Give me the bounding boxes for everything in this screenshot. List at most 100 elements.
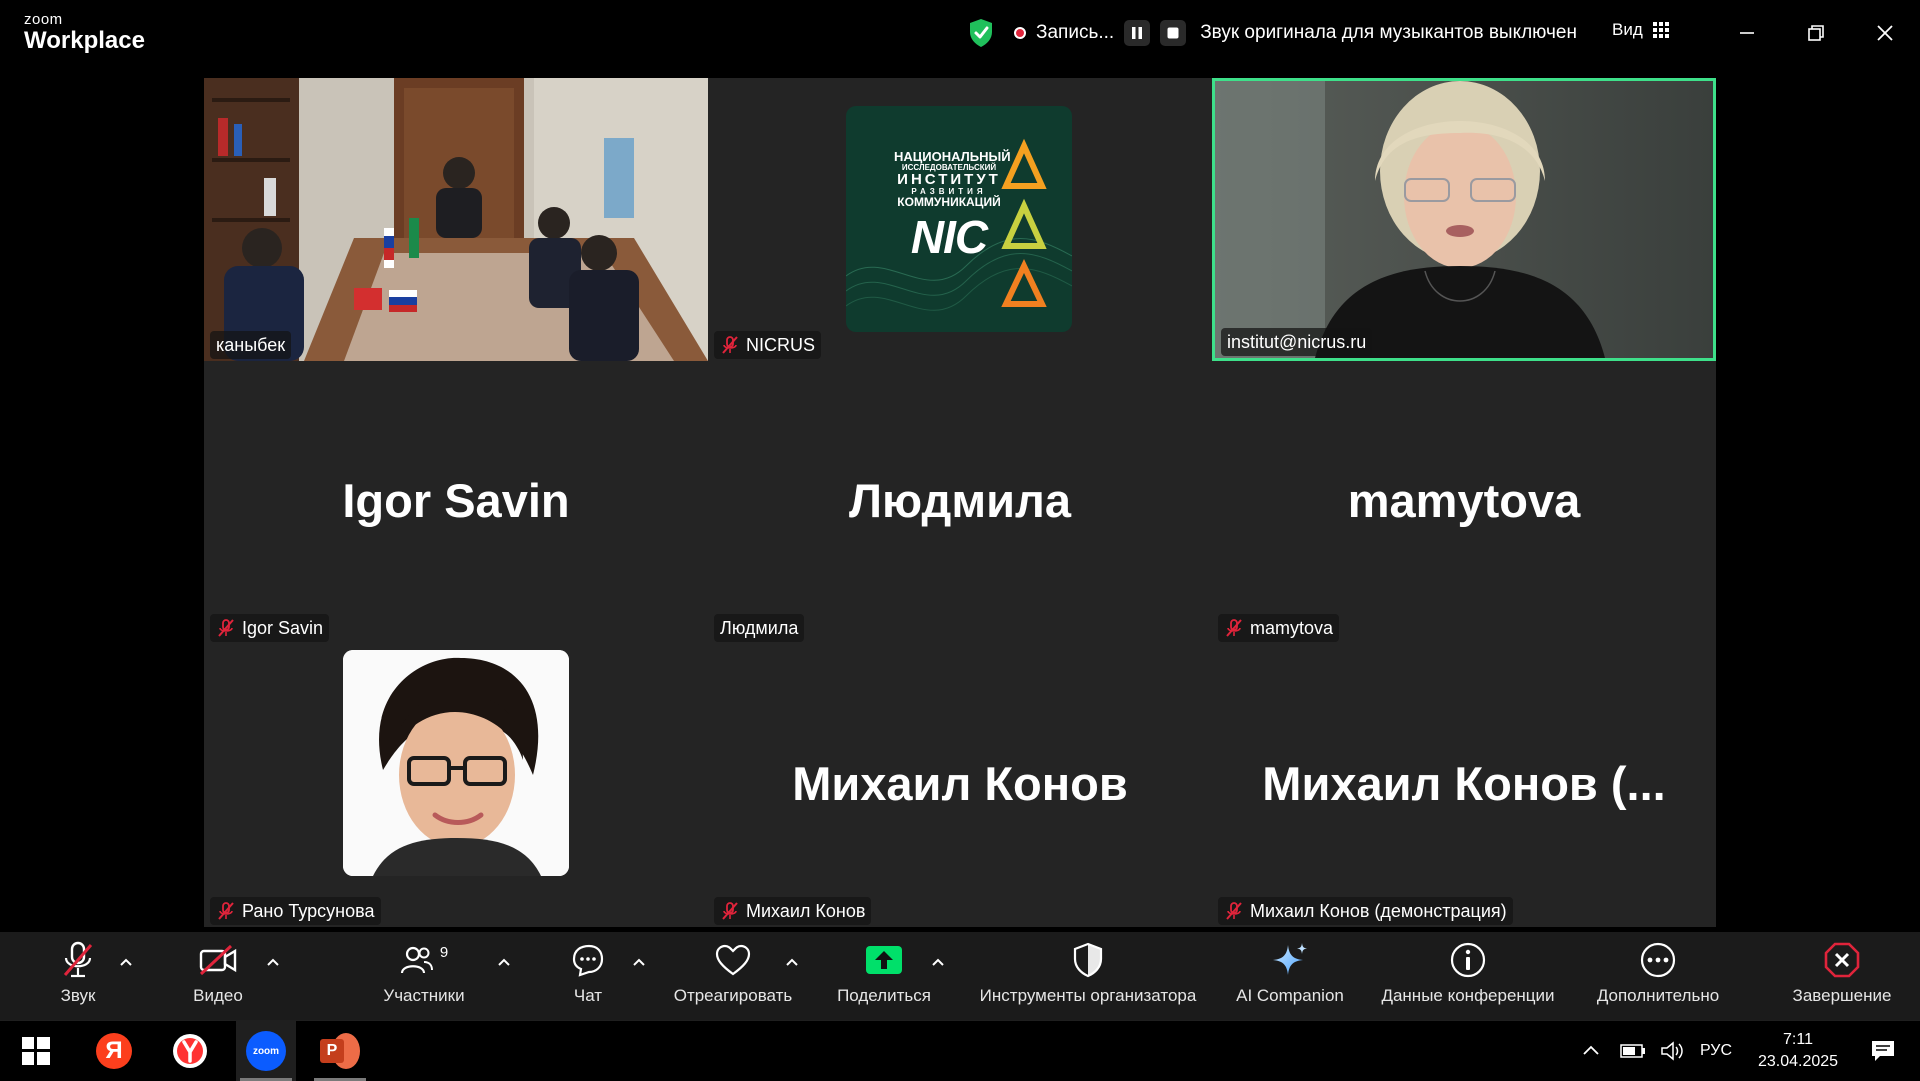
view-button[interactable]: Вид: [1612, 20, 1669, 40]
video-tile-mikhail-konov-demo[interactable]: Михаил Конов (... Михаил Конов (демонстр…: [1212, 644, 1716, 927]
camera-off-icon: [199, 944, 237, 976]
participants-icon: [400, 946, 433, 974]
mic-muted-icon: [63, 941, 93, 978]
windows-taskbar: Я zoom P РУС 7:11 23.04.2025: [0, 1020, 1920, 1081]
notifications-icon[interactable]: [1870, 1039, 1896, 1063]
stop-icon: [1167, 27, 1179, 39]
mic-muted-icon: [218, 619, 234, 637]
participant-name-tag: Людмила: [714, 614, 805, 642]
sparkle-icon: [1273, 943, 1307, 975]
video-tile-kanybek[interactable]: каныбек: [204, 78, 708, 361]
video-options-caret-icon[interactable]: [264, 954, 282, 970]
clock[interactable]: 7:11 23.04.2025: [1746, 1029, 1850, 1073]
video-tile-igor-savin[interactable]: Igor Savin Igor Savin: [204, 361, 708, 644]
mic-muted-icon: [1226, 902, 1242, 920]
mic-muted-icon: [722, 902, 738, 920]
end-meeting-icon: [1824, 942, 1860, 978]
yandex-icon: Я: [96, 1033, 132, 1069]
more-icon: [1640, 942, 1676, 978]
nicrus-logo-text: НАЦИОНАЛЬНЫЙ ИССЛЕДОВАТЕЛЬСКИЙ ИНСТИТУТ …: [894, 149, 1011, 263]
active-speaker-video: [1215, 81, 1713, 358]
participant-name-tag: каныбек: [210, 331, 292, 359]
meeting-info-button[interactable]: Данные конференции: [1372, 940, 1564, 1012]
restore-button[interactable]: [1799, 16, 1833, 50]
taskbar-yandex-app[interactable]: Я: [84, 1021, 144, 1081]
start-button[interactable]: [6, 1021, 66, 1081]
video-button[interactable]: Видео: [188, 940, 248, 1012]
zoom-app-icon: zoom: [246, 1031, 286, 1071]
participant-name-tag: institut@nicrus.ru: [1221, 328, 1373, 356]
recording-status: Запись... Звук оригинала для музыкантов …: [968, 16, 1577, 50]
participant-name-tag: NICRUS: [714, 331, 822, 359]
participant-name-tag: Михаил Конов: [714, 897, 872, 925]
taskbar-zoom-app[interactable]: zoom: [236, 1021, 296, 1081]
taskbar-yandex-browser[interactable]: [160, 1021, 220, 1081]
video-tile-rano-tursunova[interactable]: Рано Турсунова: [204, 644, 708, 927]
share-options-caret-icon[interactable]: [929, 954, 947, 970]
close-button[interactable]: [1868, 16, 1902, 50]
react-options-caret-icon[interactable]: [783, 954, 801, 970]
clock-time: 7:11: [1783, 1031, 1813, 1048]
shield-icon: [1073, 942, 1103, 978]
close-icon: [1877, 25, 1893, 41]
end-meeting-button[interactable]: Завершение: [1786, 940, 1898, 1012]
audio-button[interactable]: Звук: [50, 940, 106, 1012]
chat-button[interactable]: Чат: [566, 940, 610, 1012]
video-tile-institut[interactable]: institut@nicrus.ru: [1212, 78, 1716, 361]
host-tools-button[interactable]: Инструменты организатора: [968, 940, 1208, 1012]
video-tile-nicrus[interactable]: НАЦИОНАЛЬНЫЙ ИССЛЕДОВАТЕЛЬСКИЙ ИНСТИТУТ …: [708, 78, 1212, 361]
clock-date: 23.04.2025: [1757, 1053, 1839, 1070]
pause-icon: [1132, 27, 1143, 39]
stop-recording-button[interactable]: [1160, 20, 1187, 46]
ai-companion-button[interactable]: AI Companion: [1230, 940, 1350, 1012]
participant-display-name: Igor Savin: [342, 474, 570, 527]
participant-name-tag: Igor Savin: [210, 614, 330, 642]
video-tile-lyudmila[interactable]: Людмила Людмила: [708, 361, 1212, 644]
minimize-button[interactable]: [1730, 16, 1764, 50]
powerpoint-icon: P: [320, 1033, 360, 1069]
participant-name-tag: Рано Турсунова: [210, 897, 381, 925]
mic-muted-icon: [218, 902, 234, 920]
participant-display-name: Михаил Конов: [792, 757, 1128, 810]
nicrus-avatar: НАЦИОНАЛЬНЫЙ ИССЛЕДОВАТЕЛЬСКИЙ ИНСТИТУТ …: [846, 106, 1072, 332]
participant-name-tag: mamytova: [1218, 614, 1340, 642]
restore-icon: [1808, 25, 1824, 41]
participants-options-caret-icon[interactable]: [495, 954, 513, 970]
profile-photo-image: [343, 650, 569, 876]
zoom-logo: zoom Workplace: [24, 11, 145, 54]
video-tile-mamytova[interactable]: mamytova mamytova: [1212, 361, 1716, 644]
more-button[interactable]: Дополнительно: [1588, 940, 1728, 1012]
meeting-toolbar: Звук Видео 9 Участники Чат Отреагировать…: [0, 932, 1920, 1020]
gallery-view: каныбек НАЦИОНАЛЬНЫЙ ИССЛЕДОВАТЕЛЬСКИЙ И…: [0, 66, 1920, 932]
music-audio-notice: Звук оригинала для музыкантов выключен: [1200, 22, 1577, 43]
meeting-room-video: [204, 78, 708, 361]
input-language[interactable]: РУС: [1700, 1042, 1732, 1060]
react-button[interactable]: Отреагировать: [668, 940, 798, 1012]
heart-icon: [715, 944, 751, 976]
participant-display-name: Людмила: [849, 474, 1071, 527]
info-icon: [1450, 942, 1486, 978]
video-tile-mikhail-konov[interactable]: Михаил Конов Михаил Конов: [708, 644, 1212, 927]
share-screen-button[interactable]: Поделиться: [832, 940, 936, 1012]
participant-display-name: Михаил Конов (...: [1262, 757, 1666, 810]
share-screen-icon: [866, 946, 902, 974]
participant-display-name: mamytova: [1347, 474, 1581, 527]
minimize-icon: [1740, 32, 1754, 34]
taskbar-powerpoint-app[interactable]: P: [310, 1021, 370, 1081]
participants-button[interactable]: 9 Участники: [378, 940, 470, 1012]
chevron-up-icon[interactable]: [1580, 1040, 1602, 1062]
pause-recording-button[interactable]: [1124, 20, 1151, 46]
mic-muted-icon: [722, 336, 738, 354]
recording-dot-icon: [1014, 27, 1026, 39]
yandex-browser-icon: [173, 1034, 207, 1068]
profile-photo: [343, 650, 569, 876]
grid-icon: [1652, 22, 1669, 38]
recording-label: Запись...: [1036, 22, 1115, 43]
audio-options-caret-icon[interactable]: [117, 954, 135, 970]
windows-logo-icon: [22, 1037, 50, 1065]
volume-icon[interactable]: [1660, 1040, 1686, 1062]
chat-options-caret-icon[interactable]: [630, 954, 648, 970]
encryption-shield-icon[interactable]: [968, 18, 994, 48]
battery-icon[interactable]: [1620, 1042, 1646, 1060]
participant-name-tag: Михаил Конов (демонстрация): [1218, 897, 1513, 925]
